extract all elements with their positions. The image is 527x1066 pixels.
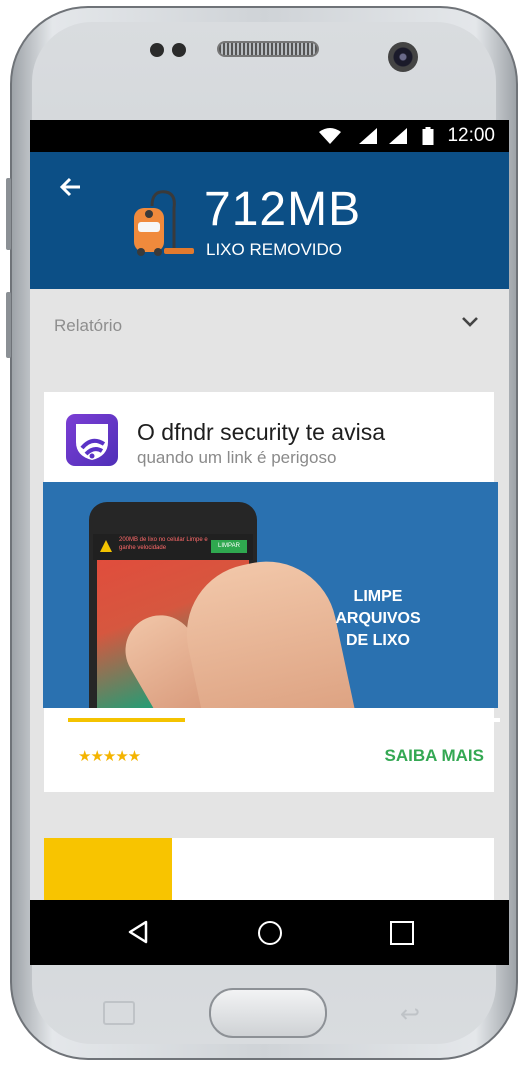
ad-notification-button: LIMPAR bbox=[211, 540, 247, 553]
navigation-bar bbox=[30, 900, 509, 965]
earpiece-speaker bbox=[217, 41, 319, 57]
front-camera bbox=[388, 42, 418, 72]
recent-apps-icon[interactable] bbox=[390, 921, 414, 945]
sensor-dot bbox=[150, 43, 164, 57]
hardware-home-button[interactable] bbox=[209, 988, 327, 1038]
back-icon[interactable] bbox=[127, 920, 149, 944]
volume-button bbox=[6, 178, 11, 250]
ad-headline-line: LIMPE bbox=[353, 588, 403, 605]
wifi-icon bbox=[319, 128, 341, 144]
hardware-recent-icon bbox=[103, 1001, 135, 1025]
app-header: 712MB LIXO REMOVIDO bbox=[30, 152, 509, 289]
ad-subtitle: quando um link é perigoso bbox=[137, 448, 337, 467]
learn-more-button[interactable]: SAIBA MAIS bbox=[385, 746, 485, 766]
vacuum-cleaner-icon bbox=[134, 190, 194, 256]
warning-icon bbox=[100, 540, 112, 552]
video-progress-bar[interactable] bbox=[68, 718, 500, 722]
cleaned-label: LIXO REMOVIDO bbox=[206, 240, 343, 259]
report-label: Relatório bbox=[54, 316, 123, 335]
dfndr-app-logo bbox=[66, 414, 118, 466]
ad-title: O dfndr security te avisa bbox=[137, 419, 385, 445]
cleaned-amount: 712MB bbox=[204, 183, 362, 236]
ad-headline-line: ARQUIVOS bbox=[335, 610, 421, 627]
signal-icon bbox=[389, 128, 407, 144]
shield-wifi-icon bbox=[76, 424, 108, 460]
phone-screen: 12:00 712MB LIXO REMOVIDO Relatório O df… bbox=[30, 120, 509, 965]
chevron-down-icon[interactable] bbox=[461, 315, 479, 329]
sensor-dot bbox=[172, 43, 186, 57]
ad-headline: LIMPE ARQUIVOS DE LIXO bbox=[318, 586, 438, 652]
back-arrow-icon[interactable] bbox=[56, 172, 86, 202]
ad-card[interactable]: O dfndr security te avisa quando um link… bbox=[43, 392, 500, 792]
report-expander[interactable]: Relatório bbox=[30, 289, 509, 361]
hardware-back-icon: ↩ bbox=[400, 1000, 421, 1028]
status-bar: 12:00 bbox=[30, 120, 509, 152]
ad-video[interactable]: 200MB de lixo no celular Limpe e ganhe v… bbox=[43, 482, 498, 708]
ad-headline-line: DE LIXO bbox=[345, 632, 410, 649]
rating-stars: ★★★★★ bbox=[78, 747, 141, 765]
ad-notification-text: 200MB de lixo no celular Limpe e ganhe v… bbox=[119, 537, 208, 551]
video-progress-fill bbox=[68, 718, 185, 722]
battery-icon bbox=[422, 127, 434, 145]
ad-notification: 200MB de lixo no celular Limpe e ganhe v… bbox=[93, 534, 253, 560]
signal-icon bbox=[359, 128, 377, 144]
home-icon[interactable] bbox=[258, 921, 282, 945]
power-button bbox=[6, 292, 11, 358]
status-time: 12:00 bbox=[447, 125, 495, 146]
